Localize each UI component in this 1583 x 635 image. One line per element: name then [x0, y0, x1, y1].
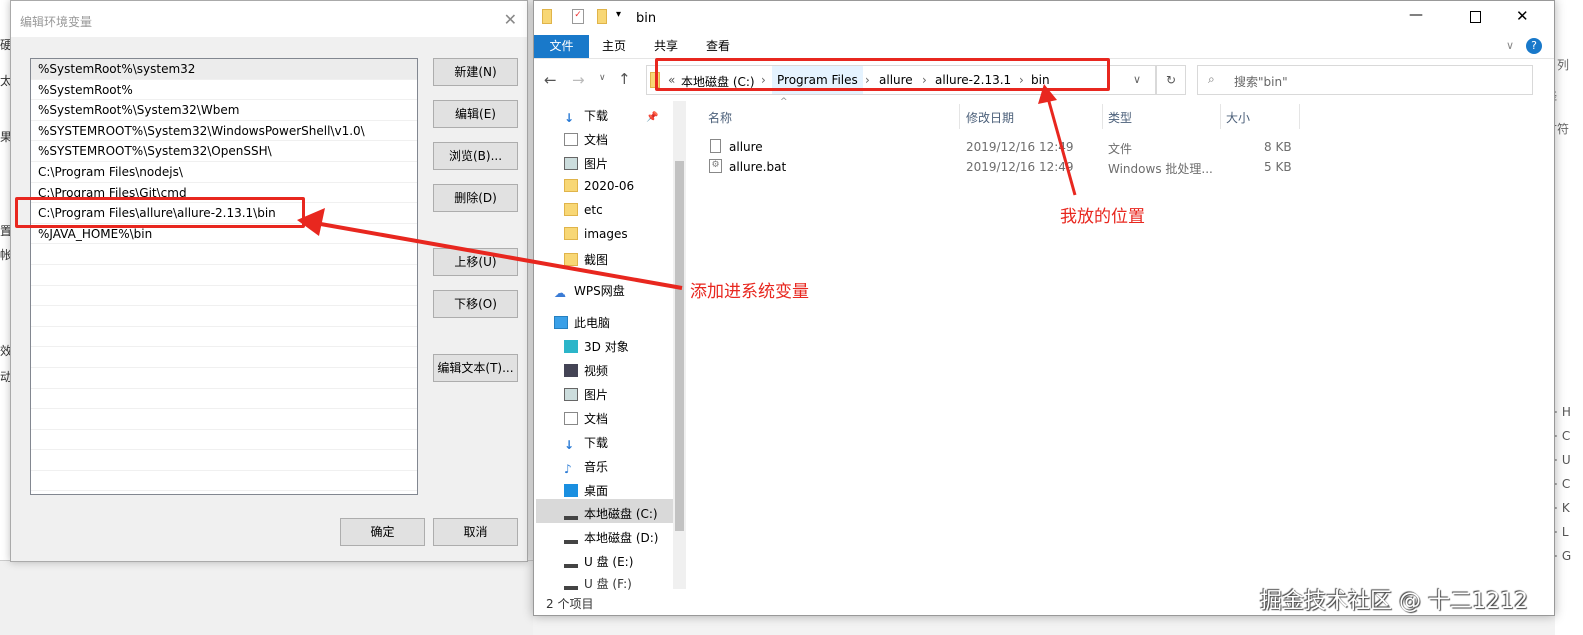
arrow-to-entry [297, 208, 683, 290]
annotation-location-label: 我放的位置 [1060, 207, 1145, 227]
arrow-to-address [1038, 84, 1077, 196]
annotation-arrows [297, 84, 1077, 290]
watermark: 掘金技术社区 @ 十二1212 [1260, 589, 1528, 614]
annotation-add-label: 添加进系统变量 [690, 282, 809, 302]
